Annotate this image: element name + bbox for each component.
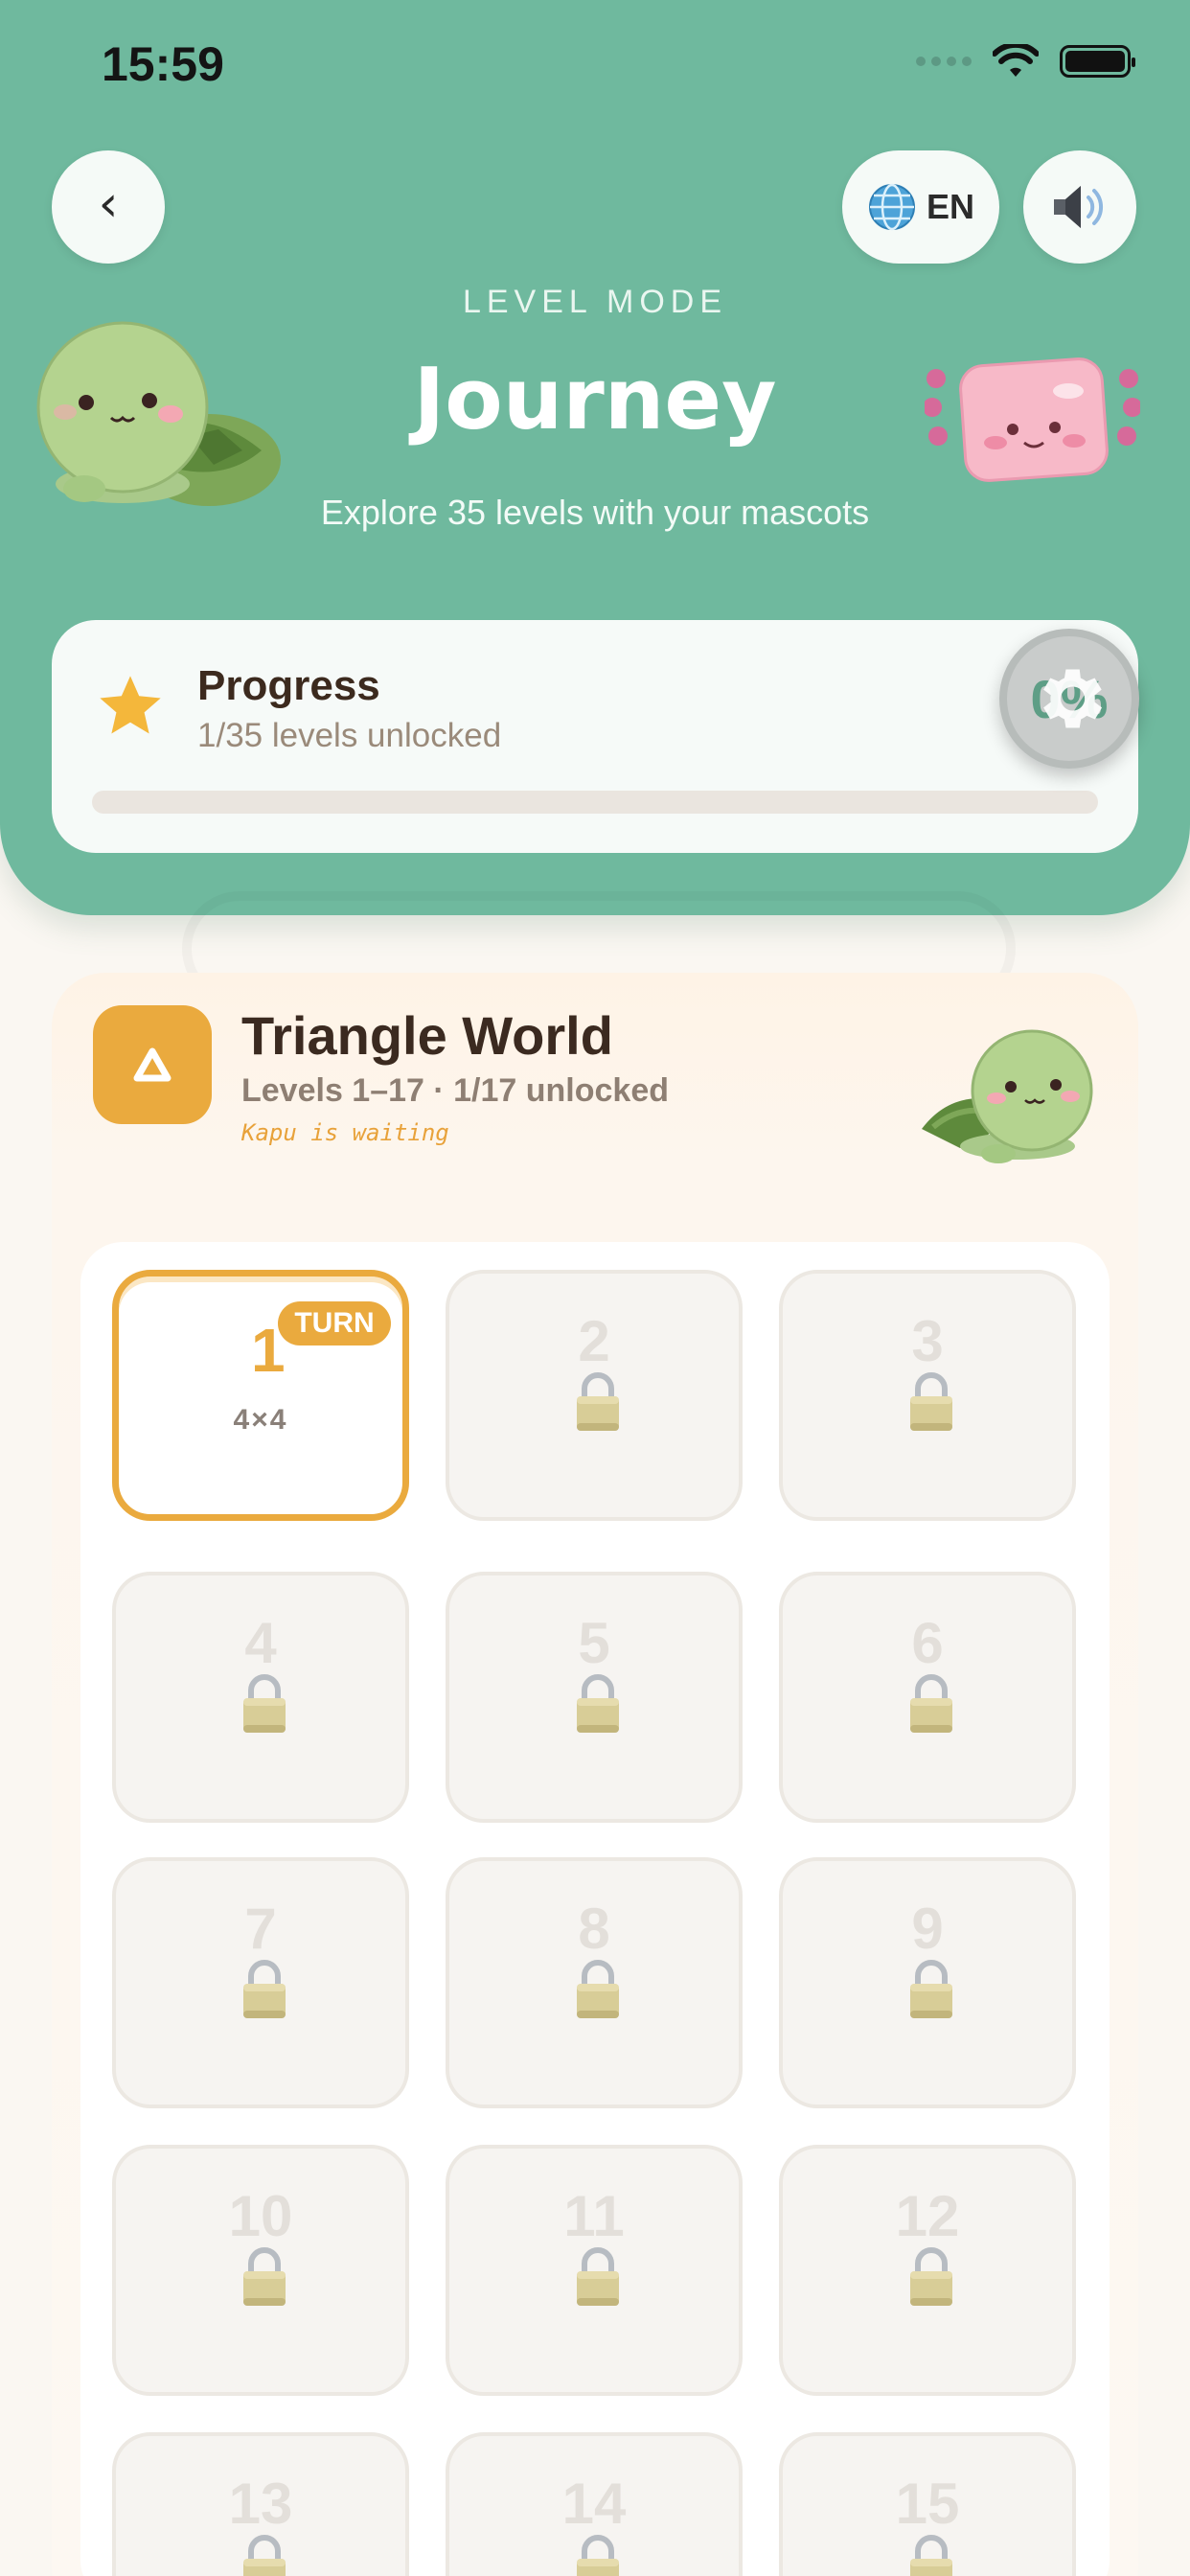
status-icons xyxy=(916,44,1135,79)
language-label: EN xyxy=(926,187,974,226)
status-time: 15:59 xyxy=(102,37,224,91)
lock-icon-wrap xyxy=(573,1671,623,1740)
language-button[interactable]: EN xyxy=(842,150,999,264)
level-number: 15 xyxy=(895,2472,960,2536)
level-number: 8 xyxy=(578,1897,610,1961)
lock-icon xyxy=(577,2535,619,2576)
gear-icon xyxy=(1043,669,1103,728)
level-number: 2 xyxy=(578,1309,610,1373)
lock-icon xyxy=(910,1372,952,1431)
level-tile-8[interactable]: 8 xyxy=(446,1857,743,2108)
progress-subtitle: 1/35 levels unlocked xyxy=(197,717,502,754)
lock-icon xyxy=(577,1674,619,1733)
lock-icon xyxy=(577,2247,619,2306)
settings-button[interactable]: 0% xyxy=(999,629,1139,769)
level-tile-7[interactable]: 7 xyxy=(112,1857,409,2108)
level-number: 13 xyxy=(228,2472,293,2536)
level-tile-5[interactable]: 5 xyxy=(446,1572,743,1823)
level-tile-4[interactable]: 4 xyxy=(112,1572,409,1823)
page-subtitle: Explore 35 levels with your mascots xyxy=(320,493,870,532)
level-tile-3[interactable]: 3 xyxy=(779,1270,1076,1521)
turn-badge: TURN xyxy=(278,1301,391,1346)
level-number: 4 xyxy=(244,1611,277,1675)
lock-icon xyxy=(577,1372,619,1431)
level-number: 7 xyxy=(244,1897,277,1961)
progress-bar xyxy=(92,791,1098,814)
level-number: 10 xyxy=(228,2184,293,2248)
level-number: 6 xyxy=(911,1611,944,1675)
level-tile-12[interactable]: 12 xyxy=(779,2145,1076,2396)
level-size: 4×4 xyxy=(233,1404,288,1436)
level-tile-14[interactable]: 14 xyxy=(446,2432,743,2576)
world-subtitle: Levels 1–17 · 1/17 unlocked xyxy=(241,1072,670,1109)
lock-icon-wrap xyxy=(573,1957,623,2026)
level-number: 12 xyxy=(895,2184,960,2248)
lock-icon xyxy=(243,2247,286,2306)
star-icon xyxy=(100,676,161,734)
level-tile-1[interactable]: 1 TURN 4×4 xyxy=(112,1270,409,1521)
lock-icon xyxy=(243,2535,286,2576)
world-title: Triangle World xyxy=(241,1005,613,1066)
level-tile-2[interactable]: 2 xyxy=(446,1270,743,1521)
world-badge xyxy=(93,1005,212,1124)
level-tile-9[interactable]: 9 xyxy=(779,1857,1076,2108)
level-tile-13[interactable]: 13 xyxy=(112,2432,409,2576)
lock-icon-wrap xyxy=(573,1369,623,1438)
lock-icon xyxy=(577,1960,619,2018)
level-tile-6[interactable]: 6 xyxy=(779,1572,1076,1823)
lock-icon-wrap xyxy=(906,1957,956,2026)
lock-icon-wrap xyxy=(240,1671,289,1740)
progress-title: Progress xyxy=(197,662,380,709)
axolotl-mascot xyxy=(925,357,1140,482)
turtle-mascot xyxy=(36,321,281,506)
lock-icon xyxy=(910,1674,952,1733)
level-number: 5 xyxy=(578,1611,610,1675)
back-button[interactable]: ‹ xyxy=(52,150,165,264)
globe-icon xyxy=(868,183,915,231)
lock-icon-wrap xyxy=(906,2244,956,2313)
lock-icon xyxy=(910,1960,952,2018)
sound-button[interactable] xyxy=(1023,150,1136,264)
lock-icon-wrap xyxy=(240,2244,289,2313)
triangle-icon xyxy=(133,1047,172,1082)
level-tile-10[interactable]: 10 xyxy=(112,2145,409,2396)
level-tile-11[interactable]: 11 xyxy=(446,2145,743,2396)
lock-icon xyxy=(910,2535,952,2576)
world-hint: Kapu is waiting xyxy=(241,1119,449,1146)
wifi-icon xyxy=(993,44,1039,77)
level-number: 14 xyxy=(561,2472,627,2536)
progress-card: Progress 1/35 levels unlocked xyxy=(52,620,1138,853)
lock-icon-wrap xyxy=(573,2244,623,2313)
lock-icon-wrap xyxy=(240,2532,289,2576)
chevron-left-icon: ‹ xyxy=(98,175,119,233)
level-number: 9 xyxy=(911,1897,944,1961)
lock-icon-wrap xyxy=(573,2532,623,2576)
lock-icon xyxy=(243,1674,286,1733)
level-number: 3 xyxy=(911,1309,944,1373)
turtle-mascot-small xyxy=(922,1029,1093,1163)
lock-icon xyxy=(910,2247,952,2306)
lock-icon xyxy=(243,1960,286,2018)
lock-icon-wrap xyxy=(240,1957,289,2026)
signal-icon xyxy=(916,57,972,66)
lock-icon-wrap xyxy=(906,1369,956,1438)
level-number: 11 xyxy=(563,2184,625,2248)
level-tile-15[interactable]: 15 xyxy=(779,2432,1076,2576)
speaker-icon xyxy=(1054,186,1104,228)
battery-icon xyxy=(1060,45,1135,78)
lock-icon-wrap xyxy=(906,1671,956,1740)
lock-icon-wrap xyxy=(906,2532,956,2576)
